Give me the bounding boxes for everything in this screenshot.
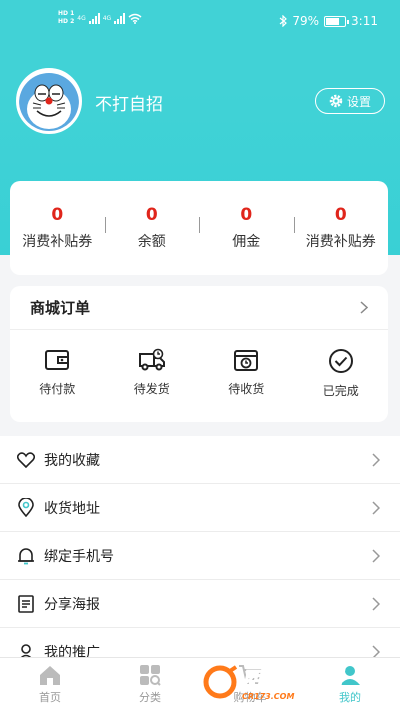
watermark-swirl-icon [203,665,238,699]
settings-button[interactable]: 设置 [315,88,385,114]
bluetooth-icon [279,15,288,27]
location-pin-icon [16,498,36,518]
gear-icon [329,94,343,108]
home-icon [40,666,60,685]
stat-commission[interactable]: 0 佣金 [199,205,294,251]
order-pending-shipment[interactable]: 待发货 [105,348,200,399]
chevron-right-icon [360,301,368,314]
hd2-label: HD 2 [58,18,75,25]
username: 不打自招 [95,95,163,115]
hd-indicator: HD 1 HD 2 [58,10,74,26]
battery-percent: 79% [292,14,320,28]
poster-icon [16,594,36,614]
menu-label: 我的收藏 [44,452,100,469]
orders-card: 商城订单 待付款 待发货 待收货 已完成 [10,286,388,422]
watermark-logo: 西西软件园 CR173.COM [202,660,382,704]
menu-item-bind-phone[interactable]: 绑定手机号 [0,532,400,580]
orders-title: 商城订单 [30,299,91,317]
menu-list: 我的收藏 收货地址 绑定手机号 分享海报 我的推广 [0,436,400,676]
stat-label: 消费补贴券 [305,234,376,250]
stat-subsidy-coupon[interactable]: 0 消费补贴券 [10,205,105,251]
signal-icon-2 [114,12,126,24]
order-label: 待收货 [228,382,265,396]
signal-group: HD 1 HD 2 4G 4G [58,10,142,26]
package-clock-icon [234,350,259,371]
battery-icon [324,15,350,27]
stat-value: 0 [334,205,347,225]
battery-fill [326,17,340,25]
status-right: 79% 3:11 [279,14,378,28]
settings-label: 设置 [346,94,371,109]
truck-icon [138,348,165,371]
status-bar: HD 1 HD 2 4G 4G 79% 3:11 [0,0,400,44]
nav-category[interactable]: 分类 [100,658,200,711]
heart-icon [16,450,36,470]
nav-label: 首页 [39,691,61,704]
check-circle-icon [328,349,353,373]
menu-label: 收货地址 [44,500,100,517]
category-icon [140,665,161,686]
wifi-icon [128,13,142,24]
watermark-url: CR173.COM [242,692,295,701]
stats-card: 0 消费补贴券 0 余额 0 佣金 0 消费补贴券 [10,181,388,275]
menu-label: 分享海报 [44,596,100,613]
menu-item-share-poster[interactable]: 分享海报 [0,580,400,628]
order-label: 待发货 [133,382,170,396]
order-pending-payment[interactable]: 待付款 [10,348,105,399]
stat-label: 余额 [137,234,166,250]
network-label-2: 4G [102,14,112,22]
chevron-right-icon [372,596,380,611]
signal-icon [88,12,100,24]
avatar[interactable] [16,68,82,134]
chevron-right-icon [372,452,380,467]
orders-status-row: 待付款 待发货 待收货 已完成 [10,330,388,399]
order-label: 待付款 [39,382,76,396]
wallet-icon [45,350,70,370]
watermark-text: 西西软件园 [242,667,343,692]
stat-subsidy-coupon-2[interactable]: 0 消费补贴券 [293,205,389,251]
network-label: 4G [77,14,86,22]
chevron-right-icon [372,548,380,563]
stat-label: 消费补贴券 [22,234,93,250]
stat-value: 0 [145,205,158,225]
clock: 3:11 [351,14,378,28]
menu-label: 绑定手机号 [44,548,114,565]
nav-label: 分类 [139,691,161,704]
stat-value: 0 [51,205,64,225]
nav-home[interactable]: 首页 [0,658,100,711]
stat-balance[interactable]: 0 余额 [104,205,200,251]
menu-item-favorites[interactable]: 我的收藏 [0,436,400,484]
menu-item-address[interactable]: 收货地址 [0,484,400,532]
bell-icon [16,546,36,566]
order-completed[interactable]: 已完成 [294,348,389,399]
hd1-label: HD 1 [58,10,75,17]
stat-label: 佣金 [232,234,261,250]
orders-header[interactable]: 商城订单 [10,286,388,330]
stat-value: 0 [240,205,253,225]
doraemon-avatar-icon [19,73,79,131]
chevron-right-icon [372,500,380,515]
order-label: 已完成 [322,384,359,398]
order-pending-receipt[interactable]: 待收货 [199,348,294,399]
